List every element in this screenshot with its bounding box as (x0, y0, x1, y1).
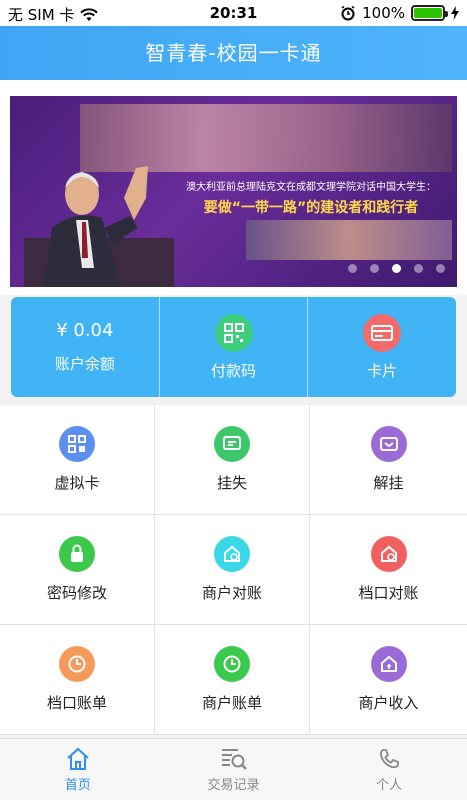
card-icon (363, 313, 402, 352)
merchant-income-button[interactable]: 商户收入 (310, 625, 467, 735)
status-bar: 无 SIM 卡 20:31 100% (0, 0, 467, 26)
card-label: 卡片 (367, 361, 398, 380)
carousel-dot[interactable] (348, 264, 357, 273)
grid-label: 档口账单 (46, 694, 107, 712)
change-password-button[interactable]: 密码修改 (0, 515, 155, 625)
speaker-figure-image (24, 166, 174, 287)
grid-label: 档口对账 (358, 584, 419, 602)
virtual-card-button[interactable]: 虚拟卡 (0, 405, 155, 515)
carousel-dot[interactable] (370, 264, 379, 273)
function-grid: 虚拟卡 挂失 解挂 密码修改 商户对账 档口对账 档口账单 商户账单 商户收入 (0, 405, 467, 735)
qr-code-icon (214, 313, 253, 352)
merchant-income-icon (370, 646, 407, 682)
balance-cell[interactable]: ¥ 0.04 账户余额 (11, 297, 159, 397)
stall-reconcile-icon (370, 536, 407, 572)
stall-reconcile-button[interactable]: 档口对账 (310, 515, 467, 625)
stall-bill-button[interactable]: 档口账单 (0, 625, 155, 735)
page-title: 智青春-校园一卡通 (0, 26, 467, 80)
carousel-dot-active[interactable] (392, 264, 401, 273)
carousel-dot[interactable] (436, 264, 445, 273)
battery-percent: 100% (362, 4, 405, 22)
merchant-reconcile-button[interactable]: 商户对账 (155, 515, 310, 625)
promo-banner[interactable]: 澳大利亚前总理陆克文在成都文理学院对话中国大学生： 要做“一带一路”的建设者和践… (10, 96, 457, 287)
unfreeze-button[interactable]: 解挂 (310, 405, 467, 515)
battery-icon (411, 5, 448, 21)
tab-home-label: 首页 (64, 777, 91, 793)
banner-headline: 要做“一带一路”的建设者和践行者 (203, 200, 419, 216)
merchant-bill-clock-icon (214, 646, 250, 682)
tab-transactions-label: 交易记录 (207, 777, 260, 793)
grid-label: 挂失 (216, 474, 247, 492)
carousel-indicator (348, 264, 445, 273)
pay-code-label: 付款码 (211, 361, 257, 380)
tab-home[interactable]: 首页 (0, 739, 156, 800)
pay-code-button[interactable]: 付款码 (158, 297, 308, 397)
banner-subtitle: 澳大利亚前总理陆克文在成都文理学院对话中国大学生： (186, 182, 436, 193)
bottom-tab-bar: 首页 交易记录 个人 (0, 738, 467, 800)
balance-label: 账户余额 (54, 355, 115, 373)
merchant-reconcile-icon (214, 536, 250, 572)
banner-container: 澳大利亚前总理陆克文在成都文理学院对话中国大学生： 要做“一带一路”的建设者和践… (0, 80, 467, 295)
report-lost-icon (214, 426, 250, 462)
banner-photo-audience (246, 220, 452, 260)
alarm-icon (341, 5, 355, 21)
balance-amount: ¥ 0.04 (56, 320, 114, 341)
unfreeze-icon (370, 426, 407, 462)
qr-card-icon (59, 426, 95, 462)
grid-label: 虚拟卡 (54, 474, 100, 492)
grid-label: 商户对账 (201, 584, 262, 602)
grid-label: 商户账单 (201, 694, 262, 712)
tab-profile-label: 个人 (376, 777, 403, 793)
report-lost-button[interactable]: 挂失 (155, 405, 310, 515)
phone-icon (380, 748, 400, 768)
merchant-bill-button[interactable]: 商户账单 (155, 625, 310, 735)
grid-label: 商户收入 (358, 694, 419, 712)
tab-profile[interactable]: 个人 (311, 739, 467, 800)
lock-icon (59, 536, 95, 572)
grid-label: 密码修改 (46, 584, 107, 602)
home-icon (67, 747, 89, 770)
card-button[interactable]: 卡片 (307, 297, 456, 397)
transactions-search-icon (221, 748, 247, 770)
account-panel: ¥ 0.04 账户余额 付款码 卡片 (11, 297, 456, 397)
carousel-dot[interactable] (414, 264, 423, 273)
charging-icon (451, 6, 459, 20)
tab-transactions[interactable]: 交易记录 (156, 739, 312, 800)
stall-bill-clock-icon (59, 646, 95, 682)
grid-label: 解挂 (373, 474, 404, 492)
